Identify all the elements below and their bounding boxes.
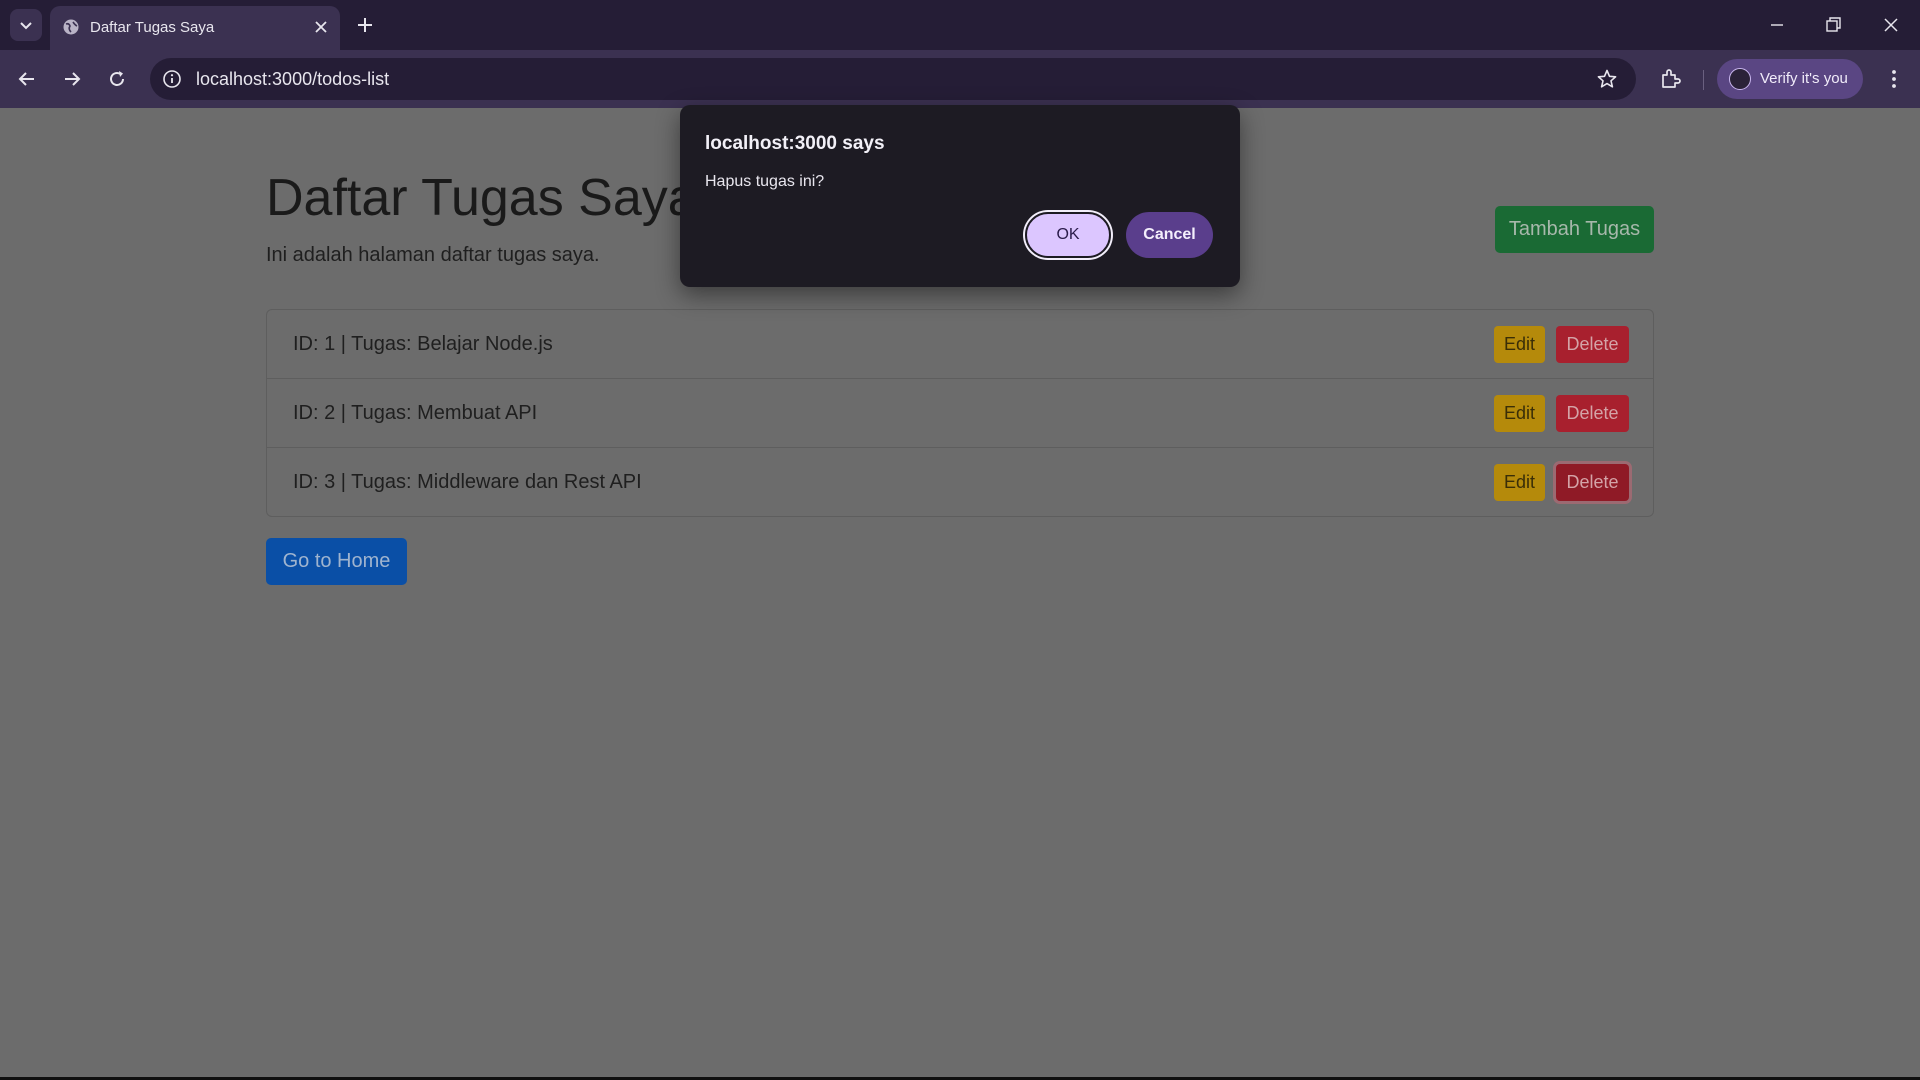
tab-title: Daftar Tugas Saya xyxy=(90,19,215,36)
delete-button[interactable]: Delete xyxy=(1556,395,1629,432)
url-text[interactable]: localhost:3000/todos-list xyxy=(196,69,389,90)
close-tab-icon[interactable] xyxy=(312,18,330,36)
go-home-button[interactable]: Go to Home xyxy=(266,538,407,585)
tab-search-button[interactable] xyxy=(10,9,42,41)
reload-icon[interactable] xyxy=(105,67,129,91)
edit-button[interactable]: Edit xyxy=(1494,326,1545,363)
minimize-icon[interactable] xyxy=(1766,14,1788,36)
browser-tab[interactable]: Daftar Tugas Saya xyxy=(50,6,340,50)
new-tab-icon[interactable] xyxy=(355,15,375,35)
todo-list: ID: 1 | Tugas: Belajar Node.js Edit Dele… xyxy=(266,309,1654,517)
tab-strip: Daftar Tugas Saya xyxy=(0,0,1920,50)
chevron-down-icon xyxy=(20,22,32,30)
todo-text: ID: 2 | Tugas: Membuat API xyxy=(293,402,538,424)
close-window-icon[interactable] xyxy=(1880,14,1902,36)
cancel-button[interactable]: Cancel xyxy=(1126,212,1213,258)
site-info-icon[interactable] xyxy=(162,69,182,89)
forward-arrow-icon[interactable] xyxy=(60,67,84,91)
avatar xyxy=(1729,68,1751,90)
edit-button[interactable]: Edit xyxy=(1494,464,1545,501)
page-subtitle: Ini adalah halaman daftar tugas saya. xyxy=(266,244,600,266)
page-title: Daftar Tugas Saya xyxy=(266,169,697,227)
profile-label: Verify it's you xyxy=(1760,70,1848,87)
bookmark-star-icon[interactable] xyxy=(1596,68,1618,90)
confirm-dialog: localhost:3000 says Hapus tugas ini? OK … xyxy=(680,105,1240,287)
more-menu-icon[interactable] xyxy=(1882,67,1906,91)
address-bar[interactable]: localhost:3000/todos-list xyxy=(150,58,1636,100)
profile-button[interactable]: Verify it's you xyxy=(1717,59,1863,99)
todo-text: ID: 3 | Tugas: Middleware dan Rest API xyxy=(293,471,642,493)
list-item: ID: 3 | Tugas: Middleware dan Rest API E… xyxy=(267,448,1653,517)
globe-icon xyxy=(63,19,79,35)
todo-text: ID: 1 | Tugas: Belajar Node.js xyxy=(293,333,553,355)
delete-button[interactable]: Delete xyxy=(1556,326,1629,363)
list-item: ID: 2 | Tugas: Membuat API Edit Delete xyxy=(267,379,1653,448)
list-item: ID: 1 | Tugas: Belajar Node.js Edit Dele… xyxy=(267,310,1653,379)
restore-icon[interactable] xyxy=(1822,14,1844,36)
ok-button[interactable]: OK xyxy=(1025,212,1111,258)
edit-button[interactable]: Edit xyxy=(1494,395,1545,432)
toolbar-divider xyxy=(1703,70,1704,90)
back-arrow-icon[interactable] xyxy=(15,67,39,91)
browser-toolbar: localhost:3000/todos-list Verify it's yo… xyxy=(0,50,1920,108)
add-task-button[interactable]: Tambah Tugas xyxy=(1495,206,1654,253)
dialog-message: Hapus tugas ini? xyxy=(705,173,825,190)
extensions-icon[interactable] xyxy=(1659,67,1683,91)
dialog-title: localhost:3000 says xyxy=(705,133,885,154)
delete-button[interactable]: Delete xyxy=(1556,464,1629,501)
